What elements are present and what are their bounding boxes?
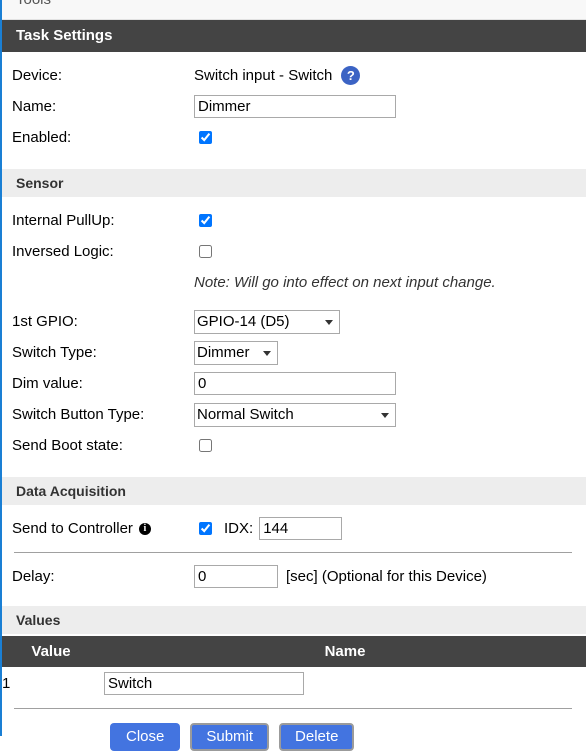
sensor-note-text: Note: Will go into effect on next input … (194, 274, 496, 291)
device-row: Device: Switch input - Switch ? (2, 60, 586, 91)
name-label: Name: (12, 98, 57, 115)
device-label: Device: (12, 67, 63, 84)
delay-suffix: [sec] (Optional for this Device) (286, 568, 487, 585)
submit-button[interactable]: Submit (190, 723, 270, 751)
internal-pullup-label: Internal PullUp: (12, 212, 115, 229)
idx-label: IDX: (224, 520, 254, 537)
name-control (194, 95, 586, 118)
delete-button[interactable]: Delete (279, 723, 355, 751)
enabled-row: Enabled: (2, 122, 586, 153)
internal-pullup-row: Internal PullUp: (2, 205, 586, 236)
dim-value-row: Dim value: (2, 368, 586, 399)
question-mark-icon[interactable]: ? (341, 66, 361, 85)
gpio1-label: 1st GPIO: (12, 313, 78, 330)
values-table: Value Name 1 (2, 636, 586, 700)
close-button[interactable]: Close (110, 723, 181, 751)
value-name-cell (104, 667, 586, 700)
inversed-logic-row: Inversed Logic: (2, 236, 586, 267)
delay-control: [sec] (Optional for this Device) (194, 565, 586, 588)
switch-type-row: Switch Type: Dimmer (2, 337, 586, 368)
inversed-logic-label: Inversed Logic: (12, 243, 114, 260)
send-boot-state-checkbox[interactable] (199, 439, 212, 452)
task-settings-header: Task Settings (2, 20, 586, 52)
gpio1-control: GPIO-14 (D5) (194, 309, 586, 334)
sensor-header: Sensor (2, 169, 586, 197)
send-boot-state-row: Send Boot state: (2, 430, 586, 461)
form-actions: Close Submit Delete (2, 717, 586, 751)
send-to-controller-control: IDX: (194, 517, 586, 540)
send-to-controller-row: Send to Controller i IDX: (2, 513, 586, 544)
enabled-control (194, 131, 586, 144)
send-to-controller-checkbox[interactable] (199, 522, 212, 535)
divider (14, 552, 572, 553)
nav-tab-tools[interactable]: Tools (16, 0, 51, 8)
device-configuration-page: Tools Task Settings Device: Switch input… (0, 0, 586, 751)
column-header-value: Value (2, 636, 100, 667)
inversed-logic-control (194, 245, 586, 258)
divider (14, 708, 572, 709)
info-icon[interactable]: i (138, 523, 151, 536)
send-to-controller-label-group: Send to Controller i (2, 520, 194, 537)
delay-label: Delay: (12, 568, 55, 585)
gpio1-row: 1st GPIO: GPIO-14 (D5) (2, 306, 586, 337)
name-row: Name: (2, 91, 586, 122)
values-header: Values (2, 606, 586, 634)
dim-value-input[interactable] (194, 372, 396, 395)
switch-button-type-control: Normal Switch (194, 402, 586, 427)
switch-button-type-select[interactable]: Normal Switch (194, 402, 396, 427)
internal-pullup-checkbox[interactable] (199, 214, 212, 227)
data-acquisition-header: Data Acquisition (2, 477, 586, 505)
internal-pullup-control (194, 214, 586, 227)
switch-type-control: Dimmer (194, 340, 586, 365)
switch-button-type-select-wrap: Normal Switch (194, 402, 396, 427)
inversed-logic-checkbox[interactable] (199, 245, 212, 258)
name-input[interactable] (194, 95, 396, 118)
device-value: Switch input - Switch (194, 67, 333, 84)
delay-row: Delay: [sec] (Optional for this Device) (2, 561, 586, 592)
enabled-label: Enabled: (12, 129, 72, 146)
idx-input[interactable] (259, 517, 343, 540)
dim-value-control (194, 372, 586, 395)
sensor-note-control: Note: Will go into effect on next input … (194, 274, 586, 291)
send-to-controller-label: Send to Controller (12, 520, 133, 537)
device-value-group: Switch input - Switch ? (194, 66, 586, 85)
table-row: 1 (2, 667, 586, 700)
delay-input[interactable] (194, 565, 278, 588)
switch-type-label: Switch Type: (12, 344, 97, 361)
switch-button-type-label: Switch Button Type: (12, 406, 145, 423)
sensor-note-row: Note: Will go into effect on next input … (2, 267, 586, 298)
values-table-head: Value Name (2, 636, 586, 667)
switch-button-type-row: Switch Button Type: Normal Switch (2, 399, 586, 430)
send-boot-state-label: Send Boot state: (12, 437, 123, 454)
column-header-name: Name (104, 636, 586, 667)
value-name-input[interactable] (104, 672, 304, 695)
switch-type-select[interactable]: Dimmer (194, 340, 278, 365)
top-nav-strip: Tools (2, 0, 586, 20)
switch-type-select-wrap: Dimmer (194, 340, 278, 365)
enabled-checkbox[interactable] (199, 131, 212, 144)
gpio1-select[interactable]: GPIO-14 (D5) (194, 309, 340, 334)
values-header-row: Value Name (2, 636, 586, 667)
value-index-cell: 1 (2, 675, 11, 692)
dim-value-label: Dim value: (12, 375, 83, 392)
gpio1-select-wrap: GPIO-14 (D5) (194, 309, 340, 334)
values-table-body: 1 (2, 667, 586, 700)
send-boot-state-control (194, 439, 586, 452)
